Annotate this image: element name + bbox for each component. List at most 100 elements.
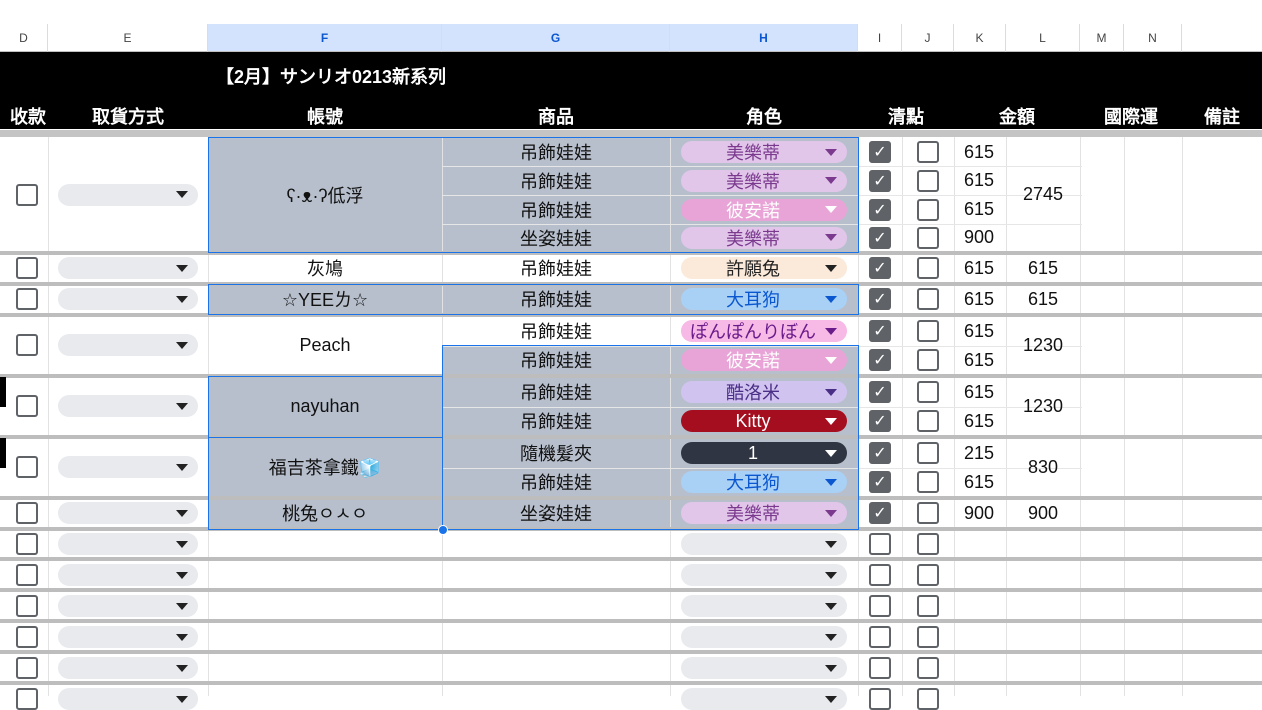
column-header-n[interactable]: N [1124, 24, 1182, 52]
check-j-checkbox[interactable] [917, 564, 939, 586]
check-i-checkbox[interactable] [869, 657, 891, 679]
payment-checkbox[interactable] [16, 564, 38, 586]
pickup-dropdown[interactable] [58, 657, 198, 679]
column-header-k[interactable]: K [954, 24, 1006, 52]
check-j-checkbox[interactable] [917, 442, 939, 464]
check-i-checkbox[interactable] [869, 626, 891, 648]
check-j-checkbox[interactable] [917, 410, 939, 432]
column-header-d[interactable]: D [0, 24, 48, 52]
character-dropdown[interactable]: ぽんぽんりぼん [681, 320, 847, 342]
chevron-down-icon [176, 463, 188, 471]
payment-checkbox[interactable] [16, 395, 38, 417]
group-total: 1230 [1022, 334, 1064, 355]
character-dropdown[interactable] [681, 626, 847, 648]
check-j-checkbox[interactable] [917, 198, 939, 221]
chevron-down-icon [825, 177, 837, 184]
payment-checkbox[interactable] [16, 456, 38, 478]
check-j-checkbox[interactable] [917, 349, 939, 371]
pickup-dropdown[interactable] [58, 183, 198, 206]
check-i-checkbox[interactable]: ✓ [869, 502, 891, 524]
check-j-checkbox[interactable] [917, 381, 939, 403]
check-i-checkbox[interactable]: ✓ [869, 320, 891, 342]
check-i-checkbox[interactable]: ✓ [869, 257, 891, 279]
column-header-i[interactable]: I [858, 24, 902, 52]
pickup-dropdown[interactable] [58, 456, 198, 478]
column-header-g[interactable]: G [442, 24, 670, 52]
pickup-dropdown[interactable] [58, 688, 198, 710]
character-dropdown[interactable] [681, 564, 847, 586]
check-j-checkbox[interactable] [917, 688, 939, 710]
character-dropdown[interactable] [681, 595, 847, 617]
column-header-m[interactable]: M [1080, 24, 1124, 52]
character-dropdown[interactable] [681, 533, 847, 555]
check-j-checkbox[interactable] [917, 502, 939, 524]
character-dropdown[interactable]: 美樂蒂 [681, 502, 847, 524]
payment-checkbox[interactable] [16, 288, 38, 310]
pickup-dropdown[interactable] [58, 626, 198, 648]
payment-checkbox[interactable] [16, 688, 38, 710]
chevron-down-icon [825, 356, 837, 364]
column-header-h[interactable]: H [670, 24, 858, 52]
payment-checkbox[interactable] [16, 595, 38, 617]
check-j-checkbox[interactable] [917, 226, 939, 249]
pickup-dropdown[interactable] [58, 288, 198, 310]
character-dropdown[interactable]: 酷洛米 [681, 381, 847, 403]
chevron-down-icon [825, 327, 837, 335]
check-j-checkbox[interactable] [917, 626, 939, 648]
check-i-checkbox[interactable]: ✓ [869, 226, 891, 249]
check-j-checkbox[interactable] [917, 257, 939, 279]
check-j-checkbox[interactable] [917, 595, 939, 617]
payment-checkbox[interactable] [16, 626, 38, 648]
check-i-checkbox[interactable]: ✓ [869, 169, 891, 192]
payment-checkbox[interactable] [16, 257, 38, 279]
check-i-checkbox[interactable]: ✓ [869, 288, 891, 310]
character-dropdown[interactable]: 1 [681, 442, 847, 464]
check-j-checkbox[interactable] [917, 169, 939, 192]
payment-checkbox[interactable] [16, 183, 38, 206]
character-dropdown[interactable]: 彼安諾 [681, 349, 847, 371]
character-dropdown[interactable]: Kitty [681, 410, 847, 432]
check-i-checkbox[interactable] [869, 595, 891, 617]
character-dropdown[interactable]: 美樂蒂 [681, 226, 847, 249]
payment-checkbox[interactable] [16, 657, 38, 679]
check-j-checkbox[interactable] [917, 533, 939, 555]
character-dropdown[interactable] [681, 657, 847, 679]
check-j-checkbox[interactable] [917, 141, 939, 163]
pickup-dropdown[interactable] [58, 564, 198, 586]
column-header-e[interactable]: E [48, 24, 208, 52]
check-i-checkbox[interactable] [869, 564, 891, 586]
check-i-checkbox[interactable]: ✓ [869, 442, 891, 464]
pickup-dropdown[interactable] [58, 395, 198, 417]
check-i-checkbox[interactable] [869, 688, 891, 710]
check-i-checkbox[interactable]: ✓ [869, 381, 891, 403]
check-i-checkbox[interactable]: ✓ [869, 410, 891, 432]
column-header-j[interactable]: J [902, 24, 954, 52]
payment-checkbox[interactable] [16, 334, 38, 356]
payment-checkbox[interactable] [16, 502, 38, 524]
character-dropdown[interactable]: 彼安諾 [681, 198, 847, 221]
pickup-dropdown[interactable] [58, 502, 198, 524]
check-j-checkbox[interactable] [917, 471, 939, 493]
column-header-l[interactable]: L [1006, 24, 1080, 52]
check-i-checkbox[interactable] [869, 533, 891, 555]
character-dropdown[interactable] [681, 688, 847, 710]
check-i-checkbox[interactable]: ✓ [869, 141, 891, 163]
character-dropdown[interactable]: 美樂蒂 [681, 141, 847, 163]
column-header-f[interactable]: F [208, 24, 442, 52]
character-dropdown[interactable]: 許願兔 [681, 257, 847, 279]
pickup-dropdown[interactable] [58, 257, 198, 279]
character-dropdown[interactable]: 美樂蒂 [681, 169, 847, 192]
payment-checkbox[interactable] [16, 533, 38, 555]
check-j-checkbox[interactable] [917, 320, 939, 342]
group-total: 900 [1027, 502, 1059, 523]
check-i-checkbox[interactable]: ✓ [869, 198, 891, 221]
character-dropdown[interactable]: 大耳狗 [681, 288, 847, 310]
check-i-checkbox[interactable]: ✓ [869, 471, 891, 493]
pickup-dropdown[interactable] [58, 334, 198, 356]
check-j-checkbox[interactable] [917, 288, 939, 310]
check-i-checkbox[interactable]: ✓ [869, 349, 891, 371]
check-j-checkbox[interactable] [917, 657, 939, 679]
character-dropdown[interactable]: 大耳狗 [681, 471, 847, 493]
pickup-dropdown[interactable] [58, 595, 198, 617]
pickup-dropdown[interactable] [58, 533, 198, 555]
